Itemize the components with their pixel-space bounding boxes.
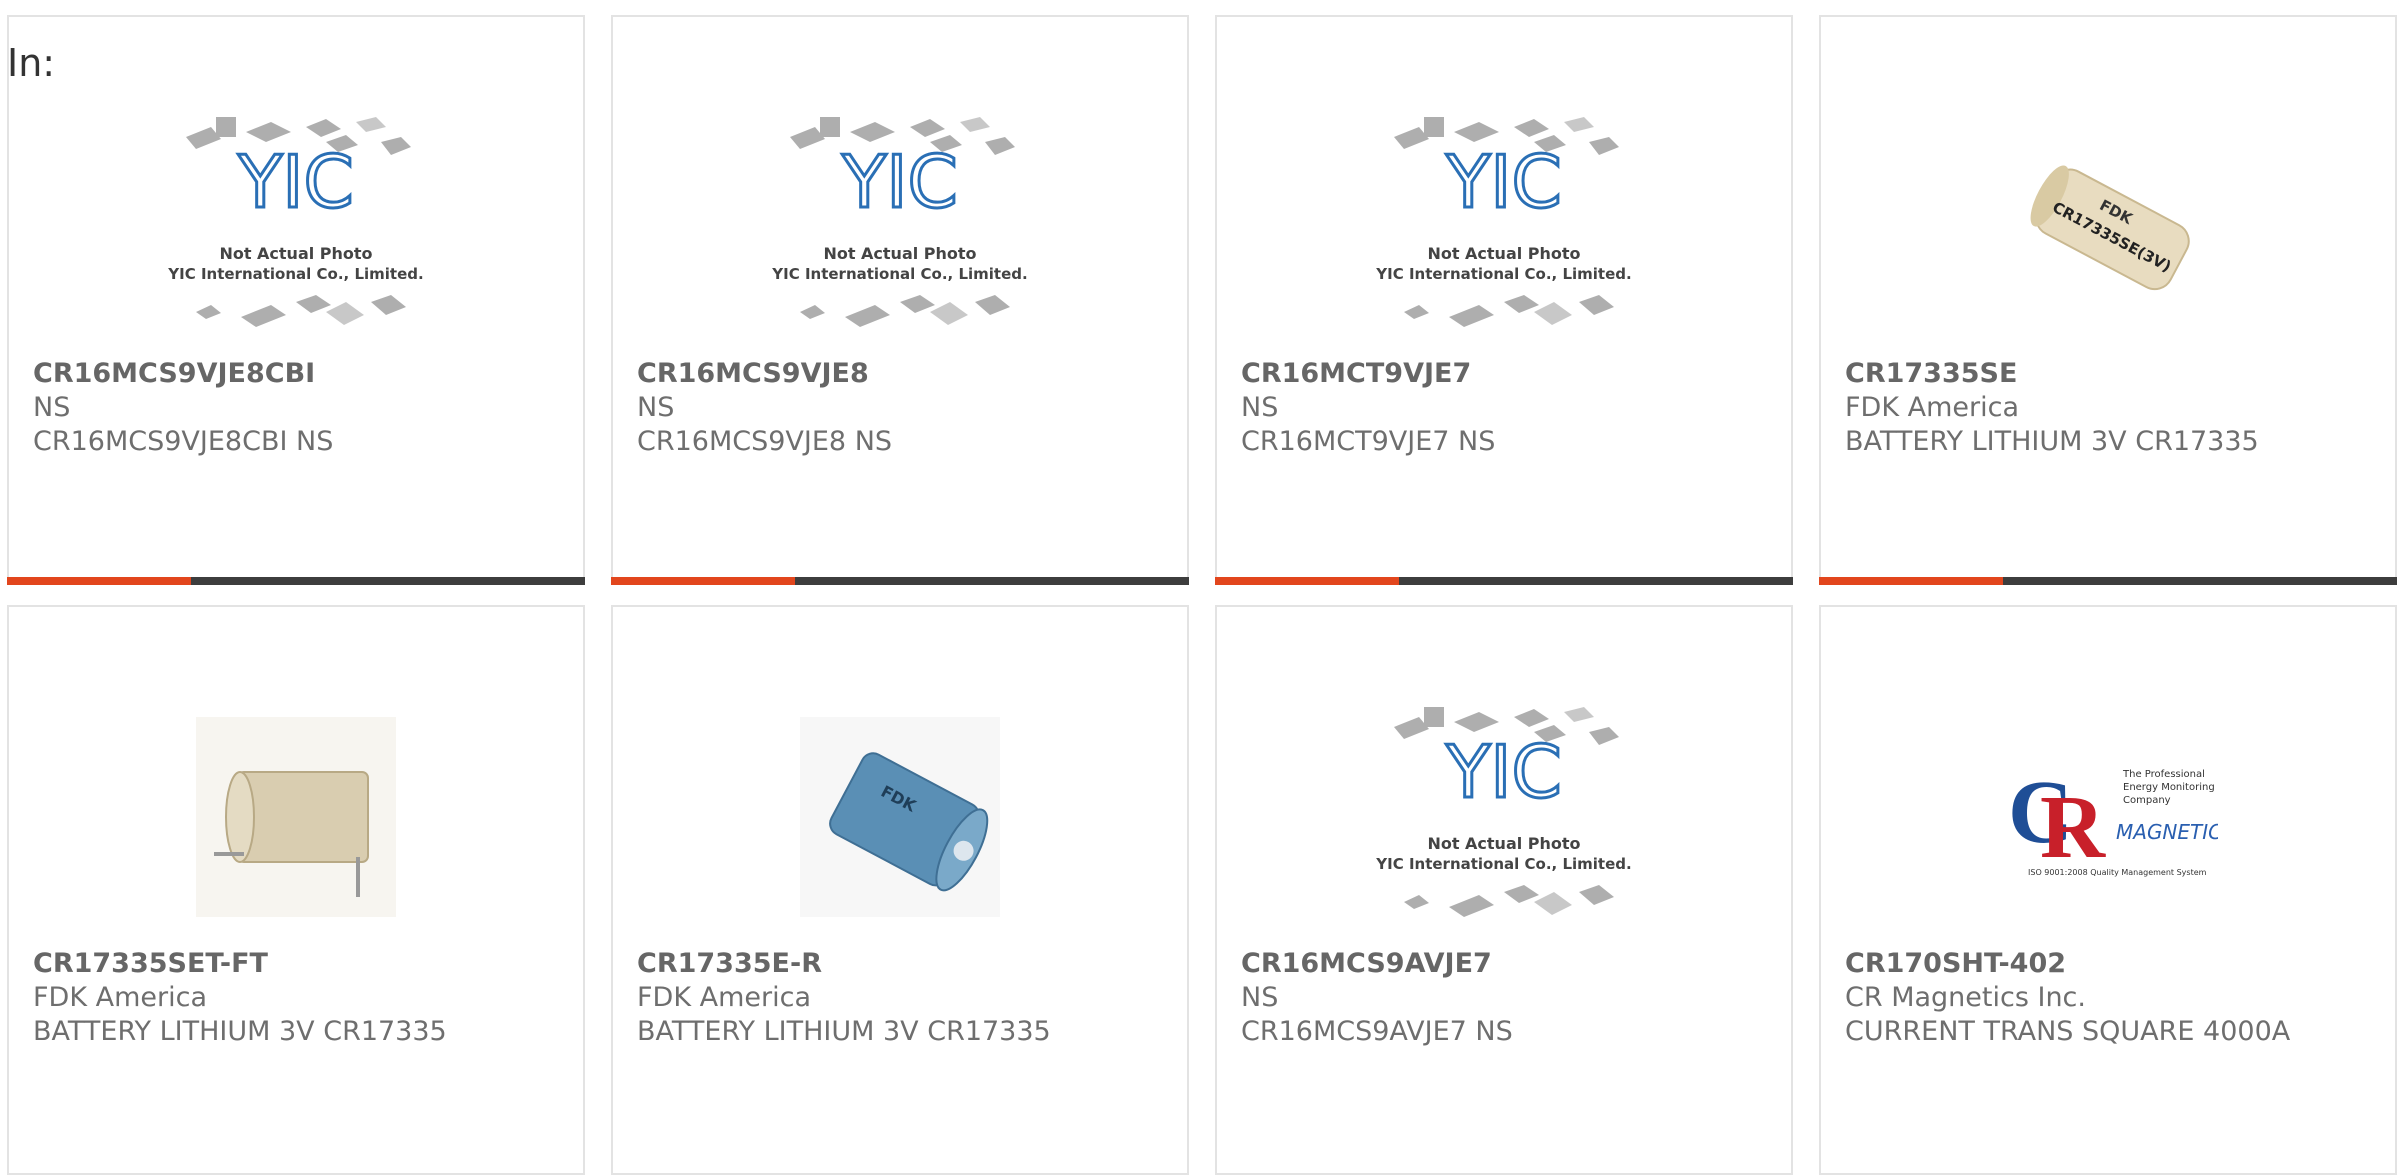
description: BATTERY LITHIUM 3V CR17335	[637, 1016, 1051, 1047]
manufacturer: FDK America	[637, 982, 811, 1013]
battery-tabbed-photo	[196, 717, 396, 917]
product-image[interactable]: YIC Not Actual Photo YIC International C…	[9, 97, 583, 357]
description: CR16MCT9VJE7 NS	[1241, 426, 1496, 457]
part-number-link[interactable]: CR16MCT9VJE7	[1241, 357, 1771, 391]
part-number-link[interactable]: CR17335SE	[1845, 357, 2375, 391]
svg-text:Not Actual Photo: Not Actual Photo	[823, 244, 976, 263]
svg-text:Not Actual Photo: Not Actual Photo	[219, 244, 372, 263]
manufacturer: FDK America	[33, 982, 207, 1013]
placeholder-photo-icon: YIC Not Actual Photo YIC International C…	[1375, 117, 1632, 327]
description: BATTERY LITHIUM 3V CR17335	[1845, 426, 2259, 457]
svg-text:YIC International Co., Limited: YIC International Co., Limited.	[167, 265, 423, 283]
card-footer-bar	[611, 577, 1189, 585]
svg-text:YIC International Co., Limited: YIC International Co., Limited.	[1375, 855, 1631, 873]
part-number-link[interactable]: CR17335E-R	[637, 947, 1167, 981]
part-number-link[interactable]: CR16MCS9VJE8	[637, 357, 1167, 391]
svg-text:The Professional: The Professional	[2122, 769, 2205, 780]
product-card[interactable]: YIC Not Actual Photo YIC International C…	[7, 15, 585, 585]
svg-text:MAGNETICS: MAGNETICS	[2116, 820, 2218, 844]
manufacturer: NS	[1241, 392, 1279, 423]
product-image[interactable]: YIC Not Actual Photo YIC International C…	[613, 97, 1187, 357]
manufacturer: NS	[637, 392, 675, 423]
description: CR16MCS9VJE8 NS	[637, 426, 893, 457]
product-card[interactable]: YIC Not Actual Photo YIC International C…	[1215, 605, 1793, 1175]
svg-text:Not Actual Photo: Not Actual Photo	[1427, 244, 1580, 263]
placeholder-photo-icon: YIC Not Actual Photo YIC International C…	[1375, 707, 1632, 917]
placeholder-photo-icon: YIC Not Actual Photo YIC International C…	[167, 117, 424, 327]
manufacturer: NS	[1241, 982, 1279, 1013]
svg-text:YIC International Co., Limited: YIC International Co., Limited.	[1375, 265, 1631, 283]
svg-text:YIC International Co., Limited: YIC International Co., Limited.	[771, 265, 1027, 283]
product-image[interactable]: FDK	[613, 687, 1187, 947]
svg-text:Energy Monitoring: Energy Monitoring	[2123, 782, 2215, 793]
part-number-link[interactable]: CR16MCS9AVJE7	[1241, 947, 1771, 981]
description: CURRENT TRANS SQUARE 4000A	[1845, 1016, 2291, 1047]
description: CR16MCS9AVJE7 NS	[1241, 1016, 1513, 1047]
filter-prefix-label: In:	[7, 41, 56, 85]
description: CR16MCS9VJE8CBI NS	[33, 426, 334, 457]
svg-text:YIC: YIC	[1445, 730, 1562, 814]
product-image[interactable]: C R The Professional Energy Monitoring C…	[1821, 687, 2395, 947]
product-image[interactable]: YIC Not Actual Photo YIC International C…	[1217, 97, 1791, 357]
cr-magnetics-logo: C R The Professional Energy Monitoring C…	[2008, 763, 2218, 877]
battery-blue-photo: FDK	[800, 717, 1000, 917]
product-card[interactable]: FDK CR17335E-R FDK America BATTERY LITHI…	[611, 605, 1189, 1175]
svg-text:R: R	[2040, 778, 2106, 877]
svg-text:Not Actual Photo: Not Actual Photo	[1427, 834, 1580, 853]
product-card[interactable]: C R The Professional Energy Monitoring C…	[1819, 605, 2397, 1175]
battery-photo: FDK CR17335SE(3V)	[2030, 165, 2190, 291]
part-number-link[interactable]: CR16MCS9VJE8CBI	[33, 357, 563, 391]
product-card[interactable]: YIC Not Actual Photo YIC International C…	[611, 15, 1189, 585]
svg-text:YIC: YIC	[1445, 140, 1562, 224]
manufacturer: NS	[33, 392, 71, 423]
placeholder-photo-icon: YIC Not Actual Photo YIC International C…	[771, 117, 1028, 327]
product-card[interactable]: CR17335SET-FT FDK America BATTERY LITHIU…	[7, 605, 585, 1175]
description: BATTERY LITHIUM 3V CR17335	[33, 1016, 447, 1047]
product-image[interactable]: YIC Not Actual Photo YIC International C…	[1217, 687, 1791, 947]
card-footer-bar	[1215, 577, 1793, 585]
card-footer-bar	[7, 577, 585, 585]
svg-text:YIC: YIC	[841, 140, 958, 224]
product-image[interactable]	[9, 687, 583, 947]
product-image[interactable]: FDK CR17335SE(3V)	[1821, 97, 2395, 357]
part-number-link[interactable]: CR170SHT-402	[1845, 947, 2375, 981]
product-card[interactable]: YIC Not Actual Photo YIC International C…	[1215, 15, 1793, 585]
product-card[interactable]: FDK CR17335SE(3V) CR17335SE FDK America …	[1819, 15, 2397, 585]
svg-text:Company: Company	[2123, 795, 2171, 806]
part-number-link[interactable]: CR17335SET-FT	[33, 947, 563, 981]
svg-text:YIC: YIC	[237, 140, 354, 224]
card-footer-bar	[1819, 577, 2397, 585]
manufacturer: CR Magnetics Inc.	[1845, 982, 2086, 1013]
svg-text:ISO 9001:2008 Quality Manageme: ISO 9001:2008 Quality Management System	[2028, 868, 2207, 877]
manufacturer: FDK America	[1845, 392, 2019, 423]
